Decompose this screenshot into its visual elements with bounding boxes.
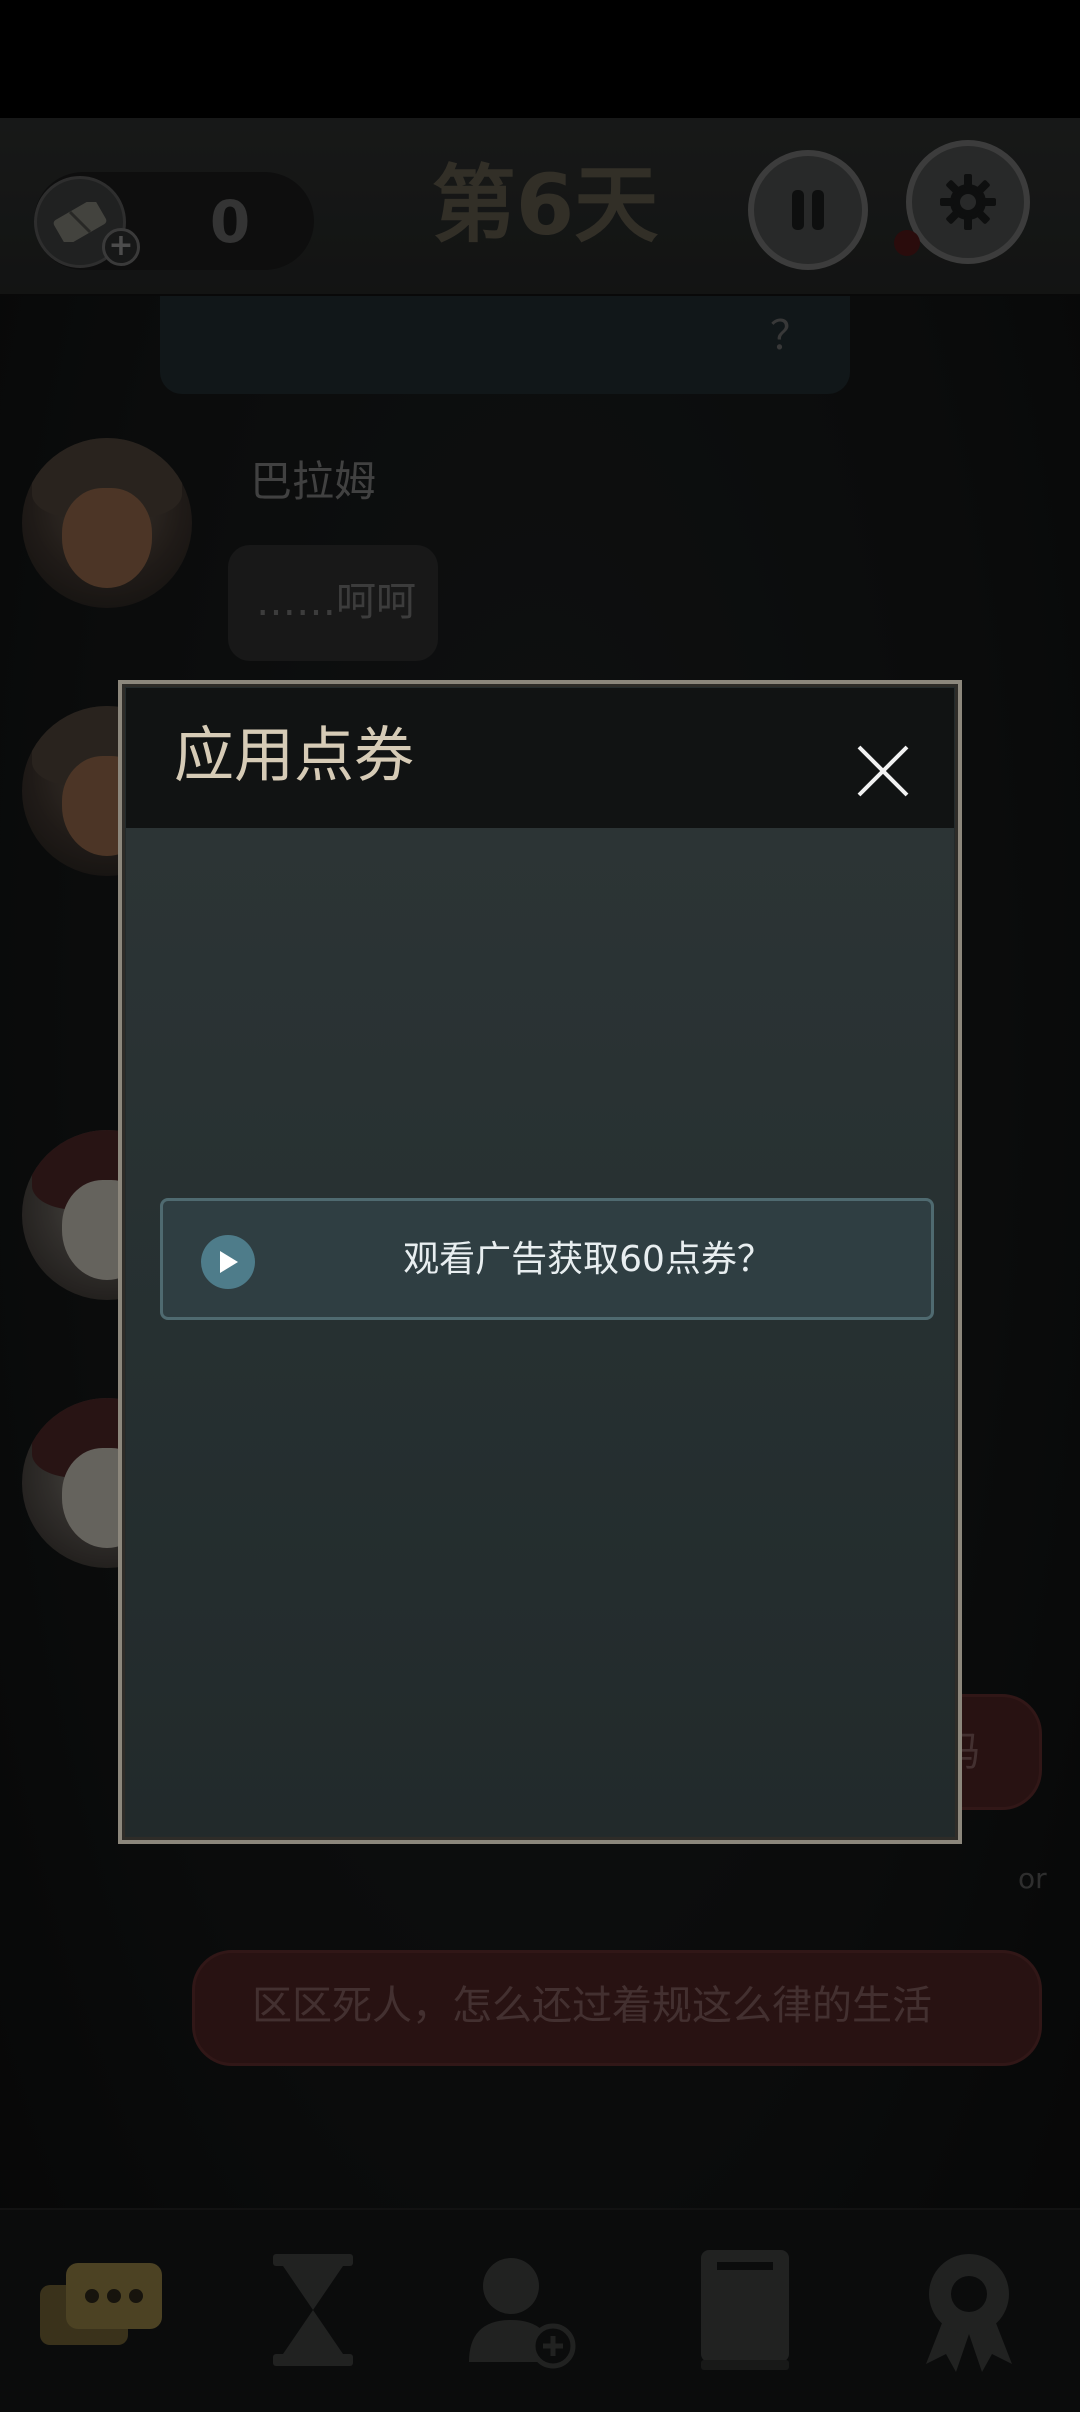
close-button[interactable] xyxy=(848,736,918,806)
coupon-dialog: 应用点券 观看广告获取60点券？ xyxy=(118,680,962,1844)
dialog-title: 应用点券 xyxy=(174,721,414,791)
dialog-body: 观看广告获取60点券？ xyxy=(126,828,954,1836)
watch-ad-button[interactable]: 观看广告获取60点券？ xyxy=(160,1198,934,1320)
play-icon xyxy=(201,1235,255,1289)
play-triangle-icon xyxy=(220,1251,238,1273)
watch-ad-label: 观看广告获取60点券？ xyxy=(403,1239,773,1280)
dialog-header: 应用点券 xyxy=(126,688,954,828)
close-icon xyxy=(857,745,909,797)
